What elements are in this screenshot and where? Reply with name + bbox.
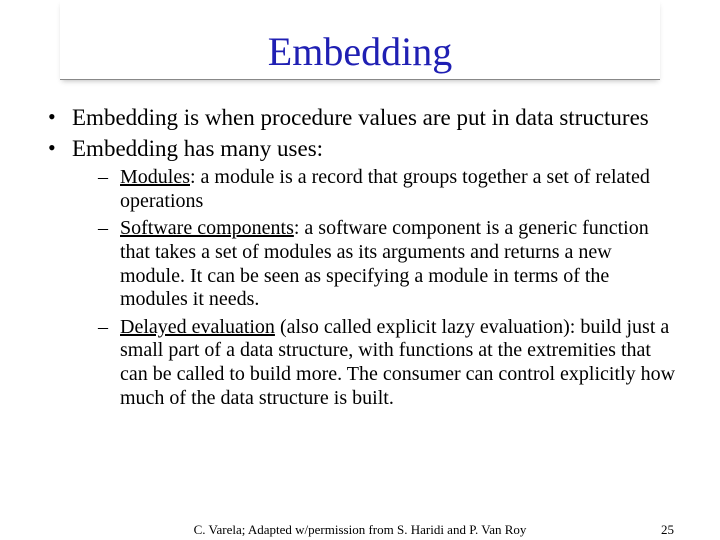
slide-body: Embedding is when procedure values are p… [0,80,720,410]
slide-title: Embedding [60,0,660,80]
bullet-item: Embedding has many uses: Modules: a modu… [44,135,676,410]
sub-bullet-lead: Delayed evaluation [120,316,275,338]
slide: Embedding Embedding is when procedure va… [0,0,720,540]
bullet-item: Embedding is when procedure values are p… [44,104,676,131]
footer-page-number: 25 [661,522,674,538]
sub-bullet-text: : a module is a record that groups toget… [120,166,650,212]
sub-bullet-lead: Software components [120,217,294,239]
bullet-text: Embedding has many uses: [72,136,323,161]
sub-bullet-list: Modules: a module is a record that group… [72,166,676,410]
bullet-text: Embedding is when procedure values are p… [72,105,649,130]
footer-credit: C. Varela; Adapted w/permission from S. … [0,522,720,538]
bullet-list: Embedding is when procedure values are p… [44,104,676,410]
sub-bullet-lead: Modules [120,166,190,188]
sub-bullet-item: Software components: a software componen… [98,217,676,311]
sub-bullet-item: Delayed evaluation (also called explicit… [98,316,676,410]
sub-bullet-item: Modules: a module is a record that group… [98,166,676,213]
